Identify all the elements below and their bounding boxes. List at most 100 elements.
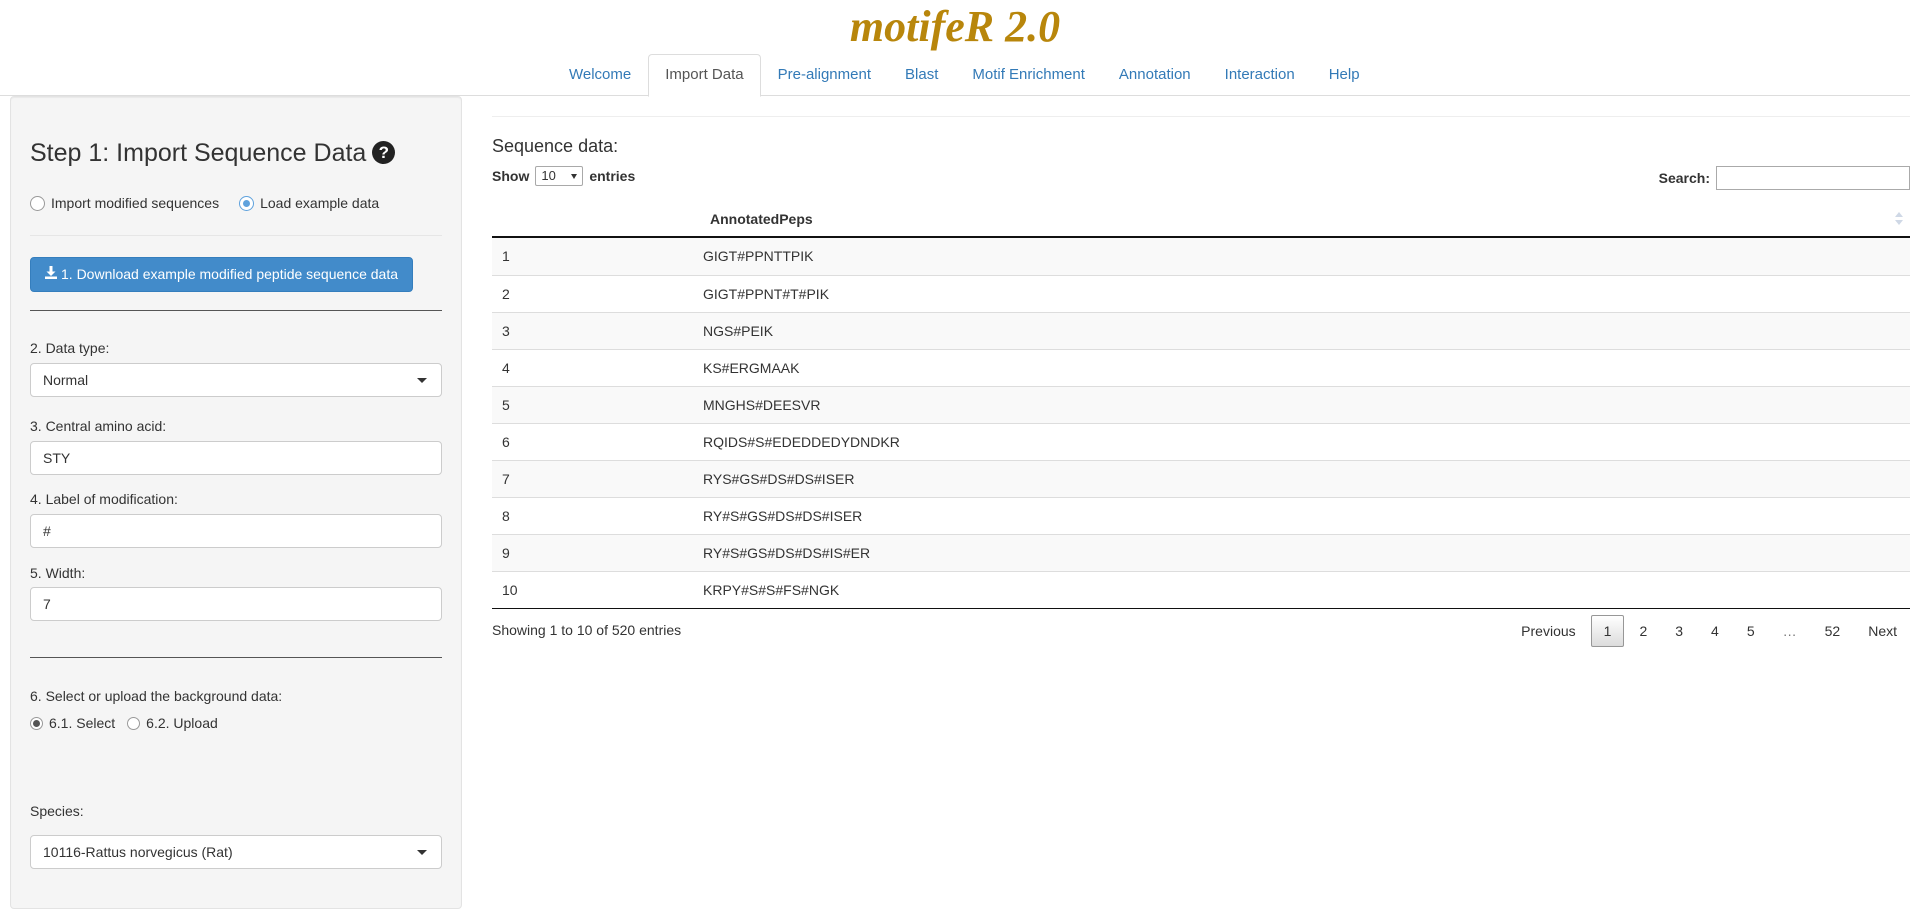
pagination-next[interactable]: Next (1855, 615, 1910, 647)
species-value: 10116-Rattus norvegicus (Rat) (43, 844, 233, 860)
download-example-button[interactable]: 1. Download example modified peptide seq… (30, 257, 414, 292)
row-peptide: GIGT#PPNT#T#PIK (703, 286, 830, 302)
page-length-control: Show 10 entries (492, 166, 635, 186)
show-label: Show (492, 168, 530, 184)
row-index: 5 (502, 397, 510, 413)
row-peptide: KS#ERGMAAK (703, 360, 800, 376)
download-icon (45, 258, 57, 291)
central-aa-label: 3. Central amino acid: (30, 418, 167, 434)
tab-help[interactable]: Help (1312, 54, 1377, 96)
radio-load-example[interactable] (239, 195, 255, 211)
background-radio-group: 6.1. Select 6.2. Upload (30, 715, 238, 731)
width-input[interactable]: 7 (30, 587, 442, 621)
tab-blast[interactable]: Blast (888, 54, 955, 96)
row-peptide: GIGT#PPNTTPIK (703, 248, 814, 264)
tab-annotation[interactable]: Annotation (1102, 54, 1208, 96)
tab-list: Welcome Import Data Pre-alignment Blast … (552, 54, 1377, 97)
row-peptide: MNGHS#DEESVR (703, 397, 821, 413)
radio-import-modified[interactable] (30, 195, 45, 211)
main-panel: Sequence data: Show 10 entries Search: A… (492, 96, 1910, 919)
row-index: 1 (502, 248, 510, 264)
row-index: 3 (502, 323, 510, 339)
radio-import-modified-label[interactable]: Import modified sequences (51, 195, 219, 211)
row-index: 8 (502, 508, 510, 524)
section-title: Sequence data: (492, 136, 619, 156)
row-index: 4 (502, 360, 510, 376)
table-row: 9 RY#S#GS#DS#DS#IS#ER (492, 534, 1910, 571)
pagination: Previous 1 2 3 4 5 … 52 Next (1506, 615, 1910, 647)
pagination-page-4[interactable]: 4 (1698, 615, 1732, 647)
table-row: 10 KRPY#S#S#FS#NGK (492, 571, 1910, 608)
radio-bg-select[interactable] (30, 716, 43, 730)
search-input[interactable] (1716, 166, 1910, 190)
pagination-page-3[interactable]: 3 (1662, 615, 1696, 647)
page-length-select[interactable]: 10 (535, 166, 584, 186)
divider (30, 657, 442, 658)
mod-label-input[interactable]: # (30, 514, 442, 548)
pagination-ellipsis: … (1782, 623, 1797, 639)
data-type-value: Normal (43, 372, 89, 388)
divider (492, 116, 1910, 117)
tab-import-data[interactable]: Import Data (648, 54, 761, 97)
data-source-radio-group: Import modified sequences Load example d… (30, 195, 399, 211)
radio-bg-select-label[interactable]: 6.1. Select (49, 715, 115, 731)
tab-pre-alignment[interactable]: Pre-alignment (761, 54, 888, 96)
entries-label: entries (589, 168, 636, 184)
row-index: 6 (502, 434, 510, 450)
question-circle-icon[interactable]: ? (372, 141, 396, 164)
radio-load-example-label[interactable]: Load example data (260, 195, 379, 211)
radio-bg-upload-label[interactable]: 6.2. Upload (146, 715, 218, 731)
step-title-text: Step 1: Import Sequence Data (30, 139, 367, 167)
nav-tabs: Welcome Import Data Pre-alignment Blast … (0, 54, 1910, 97)
sort-icon[interactable] (1894, 212, 1904, 228)
tab-interaction[interactable]: Interaction (1208, 54, 1312, 96)
pagination-previous[interactable]: Previous (1508, 615, 1588, 647)
row-peptide: KRPY#S#S#FS#NGK (703, 582, 840, 598)
background-label: 6. Select or upload the background data: (30, 688, 283, 704)
mod-label-label: 4. Label of modification: (30, 491, 178, 507)
chevron-down-icon (571, 174, 578, 179)
page-length-value: 10 (541, 168, 556, 183)
row-peptide: NGS#PEIK (703, 323, 774, 339)
table-row: 2 GIGT#PPNT#T#PIK (492, 275, 1910, 312)
species-label: Species: (30, 803, 84, 819)
step-title: Step 1: Import Sequence Data? (30, 137, 396, 169)
table-row: 1 GIGT#PPNTTPIK (492, 238, 1910, 275)
width-label: 5. Width: (30, 565, 86, 581)
table-row: 6 RQIDS#S#EDEDDEDYDNDKR (492, 423, 1910, 460)
chevron-down-icon (417, 850, 427, 855)
sequence-table: AnnotatedPeps 1 GIGT#PPNTTPIK 2 GIGT#PPN… (492, 200, 1910, 609)
table-row: 3 NGS#PEIK (492, 312, 1910, 349)
row-index: 7 (502, 471, 510, 487)
table-info: Showing 1 to 10 of 520 entries (492, 622, 682, 638)
species-select[interactable]: 10116-Rattus norvegicus (Rat) (30, 835, 442, 869)
data-type-select[interactable]: Normal (30, 363, 442, 397)
pagination-page-1[interactable]: 1 (1590, 615, 1625, 647)
table-body: 1 GIGT#PPNTTPIK 2 GIGT#PPNT#T#PIK 3 NGS#… (492, 238, 1910, 608)
table-row: 7 RYS#GS#DS#DS#ISER (492, 460, 1910, 497)
table-row: 4 KS#ERGMAAK (492, 349, 1910, 386)
divider (30, 310, 442, 311)
row-index: 9 (502, 545, 510, 561)
table-bottom-border (492, 608, 1910, 609)
radio-bg-upload[interactable] (127, 716, 141, 730)
sidebar-panel: Step 1: Import Sequence Data? Import mod… (10, 96, 462, 909)
row-peptide: RY#S#GS#DS#DS#ISER (703, 508, 863, 524)
central-aa-input[interactable]: STY (30, 441, 442, 475)
tab-motif-enrichment[interactable]: Motif Enrichment (955, 54, 1102, 96)
pagination-page-5[interactable]: 5 (1734, 615, 1768, 647)
download-example-label: 1. Download example modified peptide seq… (61, 266, 399, 282)
tab-welcome[interactable]: Welcome (552, 54, 648, 96)
row-index: 10 (502, 582, 518, 598)
row-peptide: RY#S#GS#DS#DS#IS#ER (703, 545, 871, 561)
column-header-annotatedpeps[interactable]: AnnotatedPeps (710, 200, 813, 238)
data-type-label: 2. Data type: (30, 340, 110, 356)
pagination-page-2[interactable]: 2 (1626, 615, 1660, 647)
row-index: 2 (502, 286, 510, 302)
pagination-page-last[interactable]: 52 (1812, 615, 1854, 647)
table-row: 5 MNGHS#DEESVR (492, 386, 1910, 423)
search-label: Search: (1658, 170, 1710, 186)
chevron-down-icon (417, 378, 427, 383)
row-peptide: RYS#GS#DS#DS#ISER (703, 471, 855, 487)
table-header: AnnotatedPeps (492, 200, 1910, 238)
